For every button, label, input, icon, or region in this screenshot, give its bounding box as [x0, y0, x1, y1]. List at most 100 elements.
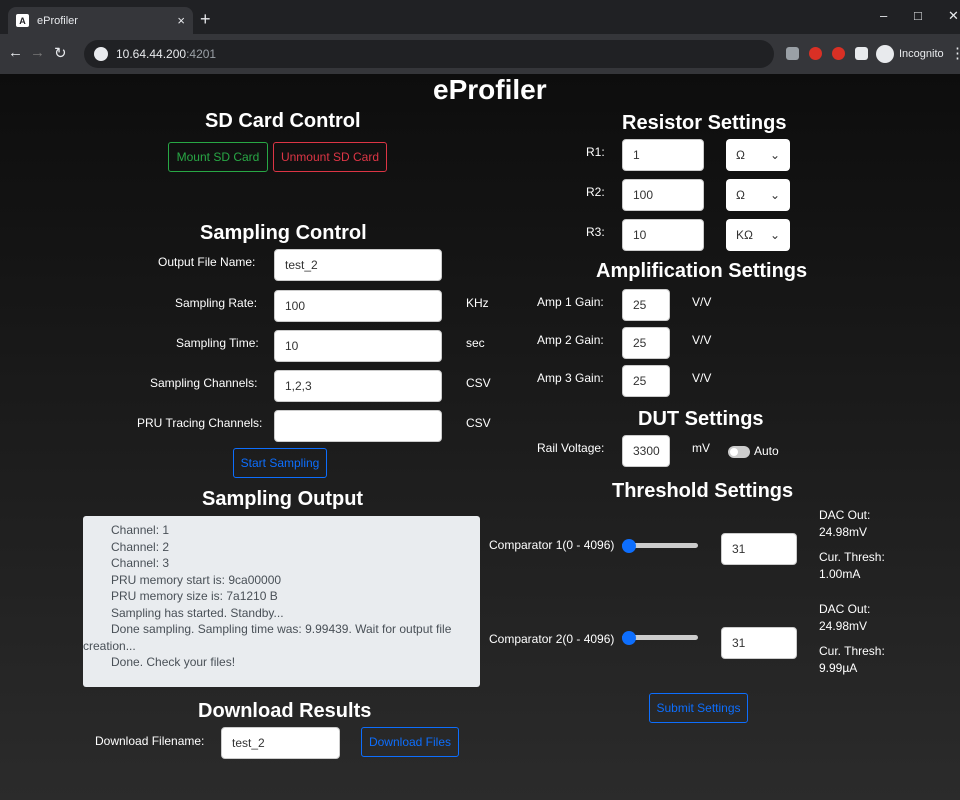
incognito-icon	[876, 45, 894, 63]
tab-title: eProfiler	[37, 14, 78, 27]
sampling-channels-unit: CSV	[466, 376, 491, 390]
sampling-rate-unit: KHz	[466, 296, 489, 310]
start-sampling-button[interactable]: Start Sampling	[233, 448, 327, 478]
resistor-settings-title: Resistor Settings	[622, 112, 787, 134]
r2-unit-value: Ω	[736, 188, 745, 202]
sampling-time-input[interactable]: 10	[274, 330, 442, 362]
address-bar[interactable]: 10.64.44.200:4201	[84, 40, 774, 68]
threshold-settings-title: Threshold Settings	[612, 480, 794, 502]
close-window-icon[interactable]: ✕	[948, 8, 959, 24]
chevron-down-icon: ⌄	[769, 148, 780, 162]
amp2-input[interactable]: 25	[622, 327, 670, 359]
chevron-down-icon: ⌄	[769, 228, 780, 242]
output-line: PRU memory size is: 7a1210 B	[111, 589, 278, 603]
sampling-rate-input[interactable]: 100	[274, 290, 442, 322]
comparator1-slider-thumb[interactable]	[622, 539, 637, 553]
r1-unit-select[interactable]: Ω ⌄	[726, 139, 790, 171]
output-file-label: Output File Name:	[158, 255, 256, 269]
submit-settings-button[interactable]: Submit Settings	[649, 693, 748, 723]
output-line: Channel: 2	[111, 539, 170, 554]
rail-voltage-label: Rail Voltage:	[537, 441, 605, 455]
output-line: Channel: 3	[111, 556, 170, 570]
r3-label: R3:	[586, 225, 605, 239]
comparator1-input[interactable]: 31	[721, 533, 797, 565]
sampling-output-textarea[interactable]: Channel: 1 Channel: 2 Channel: 3 PRU mem…	[83, 516, 480, 687]
amp3-label: Amp 3 Gain:	[537, 371, 604, 385]
sampling-channels-label: Sampling Channels:	[150, 376, 258, 390]
comparator1-thresh-label: Cur. Thresh:	[819, 550, 885, 564]
r2-unit-select[interactable]: Ω ⌄	[726, 179, 790, 211]
sampling-time-label: Sampling Time:	[176, 336, 259, 350]
forward-icon[interactable]: →	[30, 44, 45, 61]
page: eProfiler SD Card Control Mount SD Card …	[0, 74, 960, 800]
download-filename-input[interactable]: test_2	[221, 727, 340, 759]
sampling-time-unit: sec	[466, 336, 485, 350]
mount-sd-button[interactable]: Mount SD Card	[168, 142, 268, 172]
comparator2-input[interactable]: 31	[721, 627, 797, 659]
toggle-knob	[730, 448, 738, 456]
amp2-label: Amp 2 Gain:	[537, 333, 604, 347]
app-favicon-icon: A	[16, 14, 29, 27]
incognito-label: Incognito	[899, 48, 944, 60]
download-files-button[interactable]: Download Files	[361, 727, 459, 757]
auto-toggle[interactable]	[728, 446, 750, 458]
amp1-unit: V/V	[692, 295, 712, 309]
rail-voltage-unit: mV	[692, 441, 710, 455]
output-line: Done sampling. Sampling time was: 9.9943…	[83, 622, 452, 653]
comparator2-dac-value: 24.98mV	[819, 619, 868, 633]
amp3-unit: V/V	[692, 371, 712, 385]
incognito-indicator[interactable]: Incognito	[876, 43, 944, 65]
unmount-sd-button[interactable]: Unmount SD Card	[273, 142, 387, 172]
browser-menu-icon[interactable]: ⋮	[950, 44, 960, 62]
download-filename-label: Download Filename:	[95, 734, 205, 748]
browser-tab[interactable]: A eProfiler ×	[8, 7, 193, 34]
browser-tabbar: A eProfiler × + – □ ✕	[0, 0, 960, 34]
comparator1-dac-label: DAC Out:	[819, 508, 871, 522]
amp1-label: Amp 1 Gain:	[537, 295, 604, 309]
r3-input[interactable]: 10	[622, 219, 704, 251]
amp1-input[interactable]: 25	[622, 289, 670, 321]
extension-icon[interactable]	[786, 47, 799, 60]
extension-red-icon[interactable]	[832, 47, 845, 60]
sampling-output-title: Sampling Output	[202, 488, 364, 510]
comparator1-label: Comparator 1(0 - 4096)	[489, 538, 615, 552]
pru-tracing-unit: CSV	[466, 416, 491, 430]
puzzle-icon[interactable]	[855, 47, 868, 60]
amp2-unit: V/V	[692, 333, 712, 347]
close-tab-icon[interactable]: ×	[177, 13, 185, 28]
chevron-down-icon: ⌄	[769, 188, 780, 202]
r1-input[interactable]: 1	[622, 139, 704, 171]
back-icon[interactable]: ←	[8, 44, 23, 61]
comparator2-slider-thumb[interactable]	[622, 631, 637, 645]
sampling-rate-label: Sampling Rate:	[175, 296, 258, 310]
r3-unit-select[interactable]: KΩ ⌄	[726, 219, 790, 251]
ublock-icon[interactable]	[809, 47, 822, 60]
reload-icon[interactable]: ↻	[54, 44, 67, 62]
amplification-title: Amplification Settings	[596, 260, 808, 282]
pru-tracing-input[interactable]	[274, 410, 442, 442]
r2-label: R2:	[586, 185, 605, 199]
new-tab-icon[interactable]: +	[200, 9, 211, 30]
browser-toolbar: ← → ↻ 10.64.44.200:4201 Incognito ⋮	[0, 34, 960, 74]
output-file-input[interactable]: test_2	[274, 249, 442, 281]
comparator2-thresh-value: 9.99µA	[819, 661, 858, 675]
output-line: Sampling has started. Standby...	[111, 605, 284, 620]
download-title: Download Results	[198, 700, 372, 722]
maximize-icon[interactable]: □	[914, 8, 922, 23]
minimize-icon[interactable]: –	[880, 8, 887, 23]
auto-label: Auto	[754, 444, 779, 458]
sampling-control-title: Sampling Control	[200, 222, 367, 244]
r1-unit-value: Ω	[736, 148, 745, 162]
amp3-input[interactable]: 25	[622, 365, 670, 397]
output-line: PRU memory start is: 9ca00000	[111, 572, 282, 587]
output-line: Channel: 1	[111, 523, 170, 537]
comparator1-thresh-value: 1.00mA	[819, 567, 861, 581]
comparator1-dac-value: 24.98mV	[819, 525, 868, 539]
rail-voltage-input[interactable]: 3300	[622, 435, 670, 467]
comparator2-thresh-label: Cur. Thresh:	[819, 644, 885, 658]
site-info-icon[interactable]	[94, 47, 108, 61]
r1-label: R1:	[586, 145, 605, 159]
pru-tracing-label: PRU Tracing Channels:	[137, 416, 263, 430]
sampling-channels-input[interactable]: 1,2,3	[274, 370, 442, 402]
r2-input[interactable]: 100	[622, 179, 704, 211]
